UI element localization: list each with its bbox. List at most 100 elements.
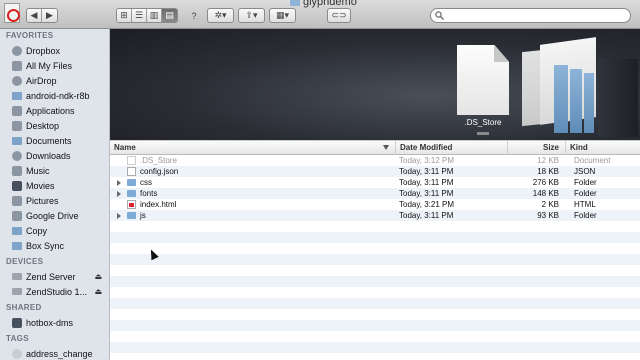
folder-icon <box>12 241 22 250</box>
sidebar-item[interactable]: Music <box>0 163 109 178</box>
file-kind: Folder <box>574 178 597 187</box>
arrange-button[interactable]: ▦▾ <box>269 8 296 23</box>
file-size: 93 KB <box>537 211 559 220</box>
file-kind: JSON <box>574 167 596 176</box>
sidebar-heading-devices: DEVICES <box>6 257 44 266</box>
file-name: config.json <box>140 167 179 176</box>
sidebar-item[interactable]: All My Files <box>0 58 109 73</box>
file-date-modified: Today, 3:11 PM <box>399 167 454 176</box>
table-row[interactable]: index.html Today, 3:21 PM 2 KB HTML <box>110 199 640 210</box>
sidebar-item[interactable]: Zend Server ⏏ <box>0 269 109 284</box>
file-size: 148 KB <box>532 189 559 198</box>
folder-icon <box>12 91 22 100</box>
sidebar-item[interactable]: ZendStudio 1... ⏏ <box>0 284 109 299</box>
search-icon <box>435 11 444 20</box>
column-name[interactable]: Name <box>110 141 395 155</box>
all-files-icon <box>12 60 22 71</box>
file-size: 18 KB <box>537 167 559 176</box>
file-kind: Folder <box>574 211 597 220</box>
table-row[interactable]: css Today, 3:11 PM 276 KB Folder <box>110 177 640 188</box>
disclosure-triangle-icon[interactable] <box>117 213 121 219</box>
column-size[interactable]: Size <box>507 141 565 155</box>
coverflow-preview: .DS_Store <box>110 29 640 140</box>
disclosure-triangle-icon[interactable] <box>117 191 121 197</box>
file-rows: .DS_Store Today, 3:12 PM 12 KB Document conf… <box>110 155 640 360</box>
column-headers: Name Date Modified Size Kind <box>110 140 640 155</box>
html-file-icon <box>127 200 136 209</box>
desktop-icon <box>12 120 22 131</box>
music-icon <box>12 165 22 176</box>
sidebar-item[interactable]: Copy <box>0 223 109 238</box>
sidebar-item[interactable]: Dropbox <box>0 43 109 58</box>
folder-icon <box>127 212 136 219</box>
sidebar-item[interactable]: Applications <box>0 103 109 118</box>
coverflow-view-button[interactable]: ▤ <box>162 9 177 22</box>
disk-icon <box>12 288 22 295</box>
sidebar-item-label: Downloads <box>26 150 71 161</box>
preview-label: .DS_Store <box>464 118 502 127</box>
sidebar-item[interactable]: Box Sync <box>0 238 109 253</box>
sidebar-item[interactable]: android-ndk-r8b <box>0 88 109 103</box>
sidebar-item-label: ZendStudio 1... <box>26 286 88 297</box>
eject-icon[interactable]: ⏏ <box>94 287 102 296</box>
search-input[interactable] <box>445 10 625 21</box>
disk-icon <box>12 273 22 280</box>
sidebar-heading-favorites: FAVORITES <box>6 31 54 40</box>
action-button[interactable]: ✲▾ <box>207 8 234 23</box>
table-row[interactable]: config.json Today, 3:11 PM 18 KB JSON <box>110 166 640 177</box>
sidebar-item-label: Copy <box>26 225 48 236</box>
list-view-button[interactable]: ☰ <box>132 9 147 22</box>
sidebar-item[interactable]: Desktop <box>0 118 109 133</box>
sidebar-item[interactable]: hotbox-dms <box>0 315 109 330</box>
sidebar-item[interactable]: AirDrop <box>0 73 109 88</box>
folder-icon <box>127 190 136 197</box>
column-date-modified[interactable]: Date Modified <box>395 141 507 155</box>
quicklook-button[interactable]: ? <box>186 8 202 23</box>
eject-icon[interactable]: ⏏ <box>94 272 102 281</box>
server-icon <box>12 317 22 328</box>
sidebar-item-label: Box Sync <box>26 240 65 251</box>
tag-button[interactable]: ⊂⊃ <box>327 8 351 23</box>
sidebar-item-label: Documents <box>26 135 72 146</box>
toolbar: glyphdemo ◀ ▶ ⊞ ☰ ▥ ▤ ? ✲▾ ⇪▾ ▦▾ ⊂⊃ <box>0 0 640 29</box>
table-row[interactable]: js Today, 3:11 PM 93 KB Folder <box>110 210 640 221</box>
file-kind: HTML <box>574 200 596 209</box>
table-row[interactable]: fonts Today, 3:11 PM 148 KB Folder <box>110 188 640 199</box>
sidebar-item[interactable]: Documents <box>0 133 109 148</box>
share-button[interactable]: ⇪▾ <box>238 8 265 23</box>
sidebar-item[interactable]: Movies <box>0 178 109 193</box>
sidebar-item[interactable]: Google Drive <box>0 208 109 223</box>
sidebar-item[interactable]: Downloads <box>0 148 109 163</box>
document-icon[interactable] <box>457 45 509 115</box>
file-size: 12 KB <box>537 156 559 165</box>
nav-buttons: ◀ ▶ <box>26 8 58 23</box>
table-row[interactable]: .DS_Store Today, 3:12 PM 12 KB Document <box>110 155 640 166</box>
documents-icon <box>12 136 22 145</box>
sidebar: FAVORITES Dropbox All My Files AirDrop andro… <box>0 29 110 360</box>
movies-icon <box>12 180 22 191</box>
sidebar-item-label: Movies <box>26 180 55 191</box>
window-title: glyphdemo <box>290 0 357 8</box>
app-icon <box>4 3 20 23</box>
file-name: js <box>140 211 146 220</box>
disclosure-triangle-icon[interactable] <box>117 180 121 186</box>
sidebar-item-label: android-ndk-r8b <box>26 90 90 101</box>
folder-icon <box>290 0 300 7</box>
folder-thumbnail-shadow <box>598 59 638 137</box>
tag-icon <box>12 348 22 359</box>
sort-descending-icon <box>383 145 389 150</box>
column-view-button[interactable]: ▥ <box>147 9 162 22</box>
file-name: index.html <box>140 200 177 209</box>
forward-button[interactable]: ▶ <box>42 9 57 22</box>
icon-view-button[interactable]: ⊞ <box>117 9 132 22</box>
sidebar-item[interactable]: address_change <box>0 346 109 360</box>
sidebar-item-label: address_change <box>26 348 93 359</box>
sidebar-item-label: Google Drive <box>26 210 79 221</box>
column-kind[interactable]: Kind <box>565 141 640 155</box>
file-kind: Folder <box>574 189 597 198</box>
back-button[interactable]: ◀ <box>27 9 42 22</box>
search-field[interactable] <box>430 8 631 23</box>
coverflow-scrollbar[interactable] <box>477 132 489 135</box>
file-size: 2 KB <box>541 200 559 209</box>
sidebar-item[interactable]: Pictures <box>0 193 109 208</box>
